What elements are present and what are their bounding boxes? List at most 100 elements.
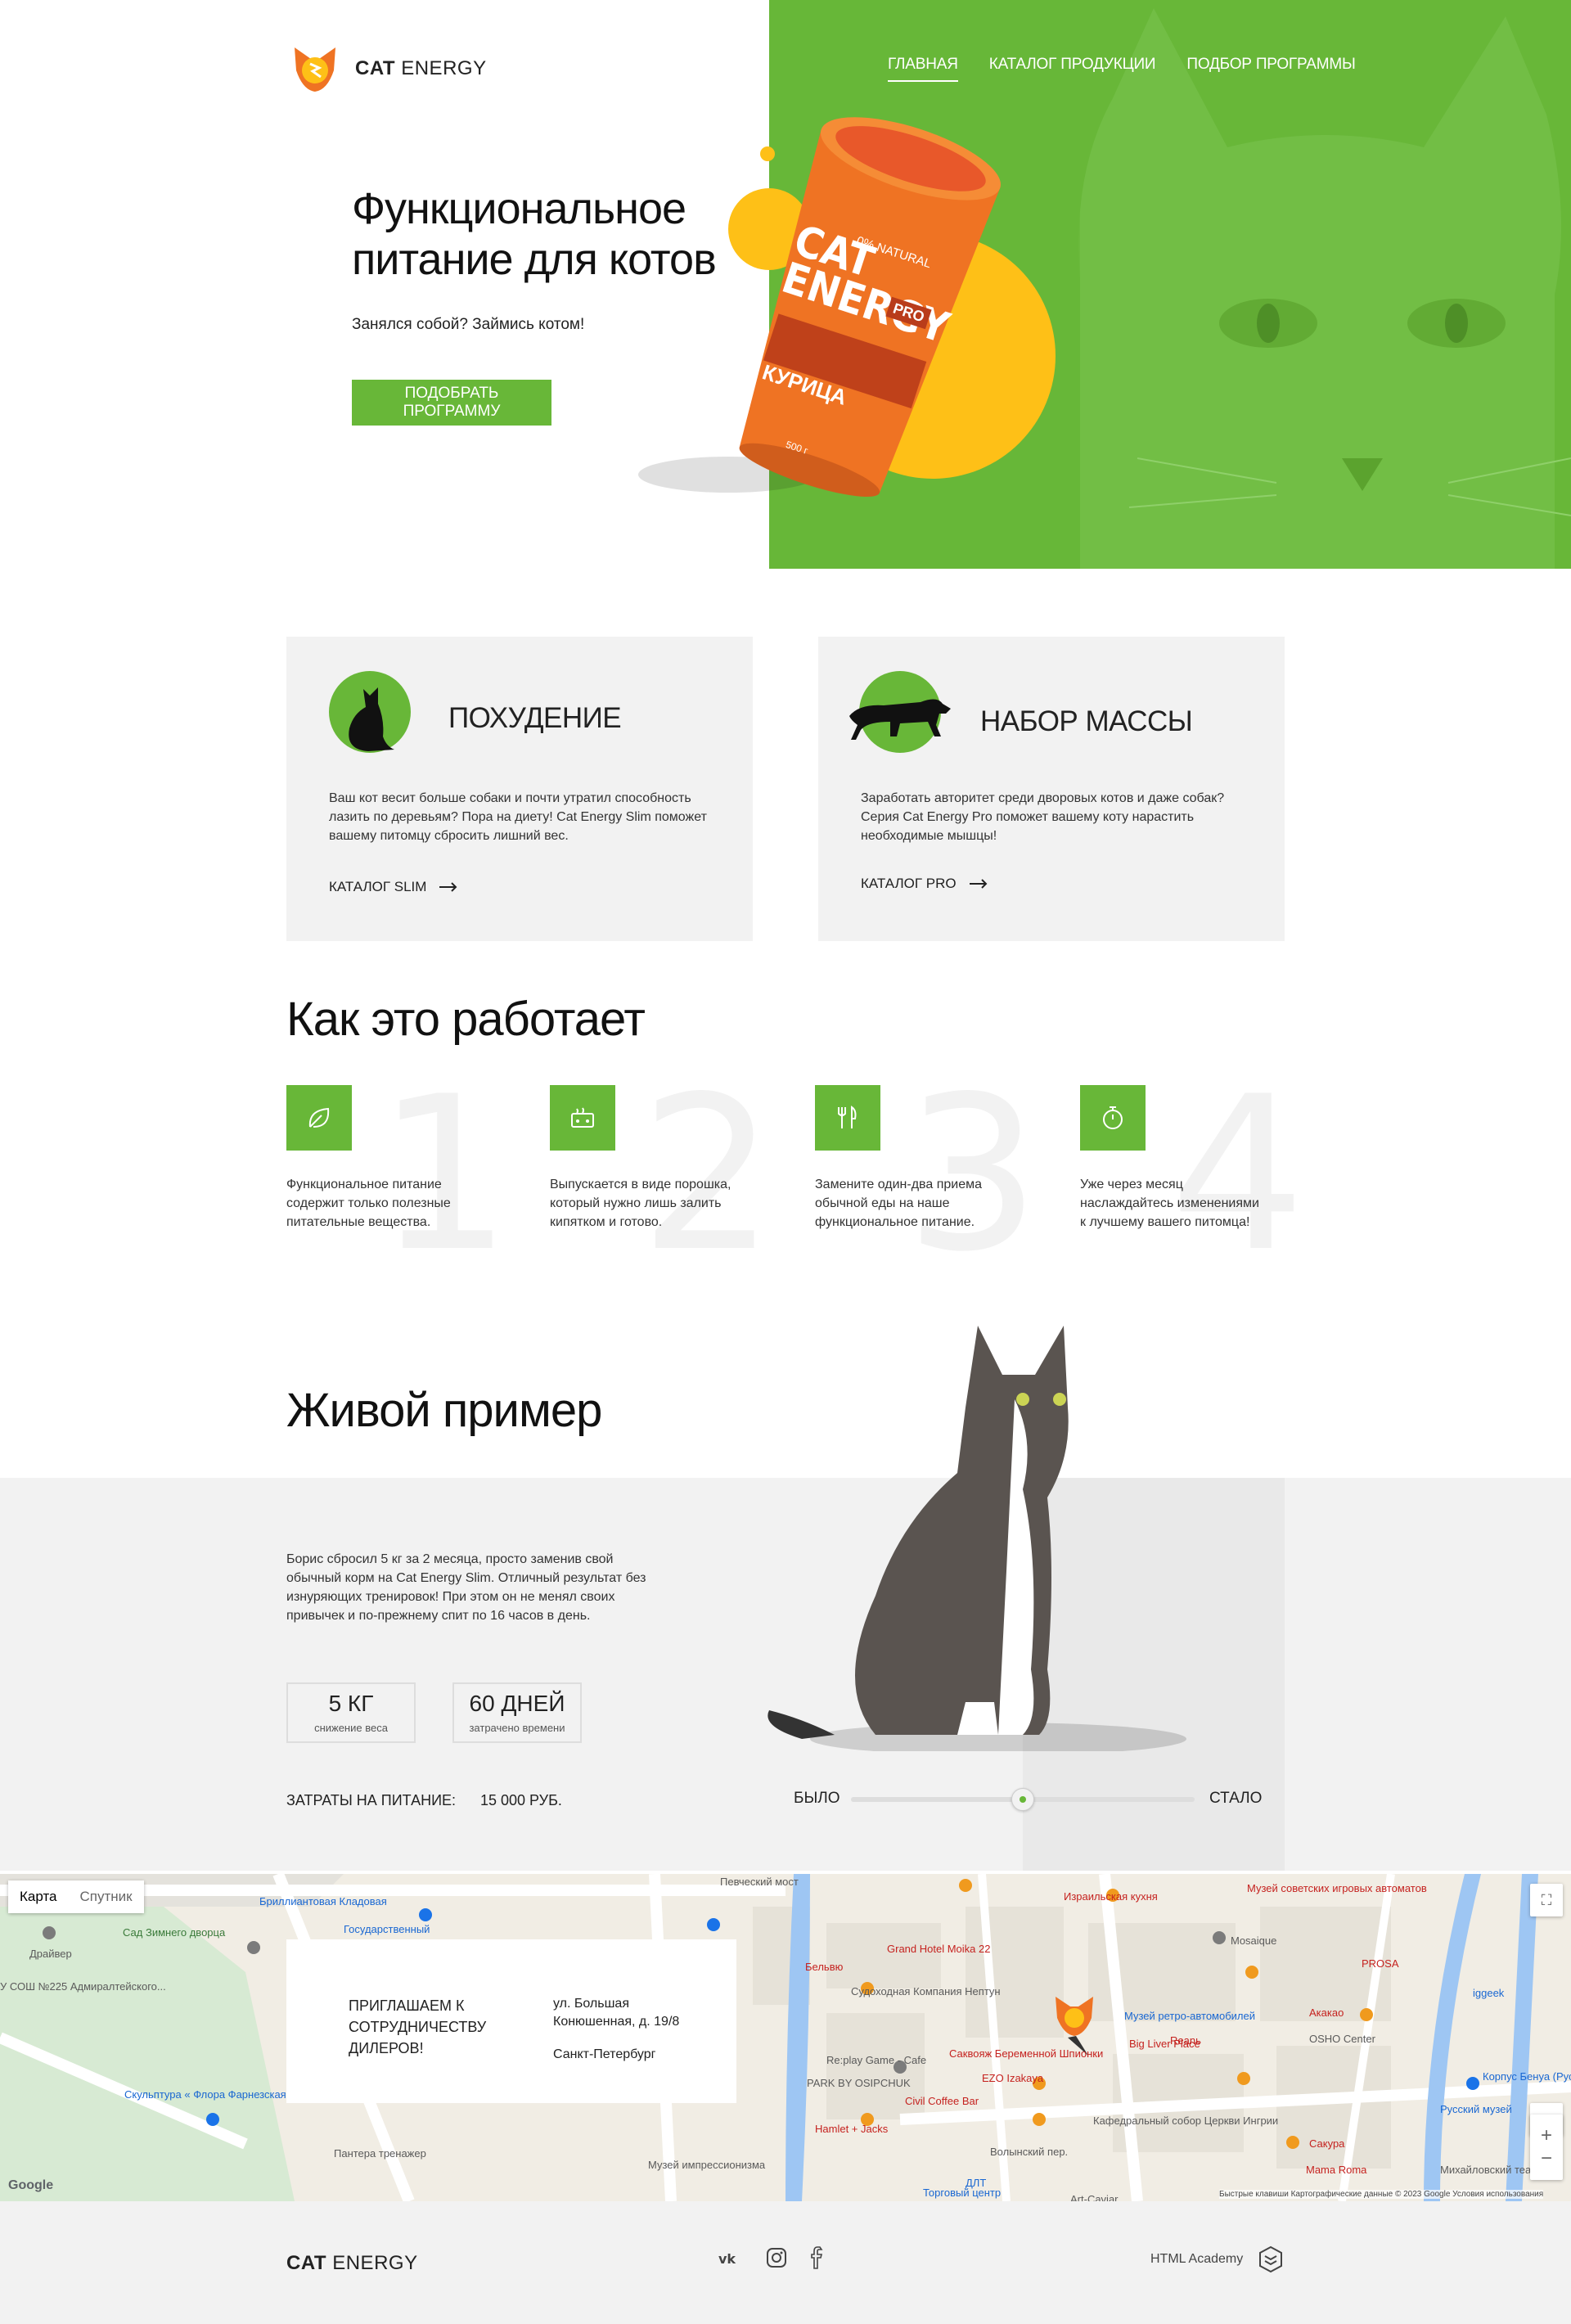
zoom-controls: + − (1530, 2115, 1563, 2180)
hero-subtitle: Занялся собой? Займись котом! (352, 316, 585, 333)
map-label: PARK BY OSIPCHUK (807, 2077, 911, 2089)
example-title: Живой пример (286, 1384, 602, 1437)
map-type-tabs: Карта Спутник (8, 1880, 144, 1913)
map-label: iggeek (1473, 1987, 1505, 1999)
fork-knife-icon (815, 1085, 880, 1151)
nav-item-program[interactable]: ПОДБОР ПРОГРАММЫ (1186, 56, 1355, 82)
dealer-card: ПРИГЛАШАЕМ К СОТРУДНИЧЕСТВУ ДИЛЕРОВ! ул.… (286, 1939, 736, 2103)
comparison-slider-thumb[interactable] (1011, 1788, 1034, 1811)
catalog-pro-link[interactable]: КАТАЛОГ PRO (861, 876, 988, 892)
before-toggle[interactable]: БЫЛО (794, 1790, 840, 1808)
map-label: Бриллиантовая Кладовая (259, 1895, 387, 1907)
map-label: Скульптура « Флора Фарнезская» (124, 2088, 292, 2101)
map-label: Кафедральный собор Церкви Ингрии (1093, 2115, 1279, 2127)
step-text: Выпускается в виде порошка, который нужн… (550, 1178, 731, 1229)
google-logo: Google (8, 2178, 54, 2192)
example-text: Борис сбросил 5 кг за 2 месяца, просто з… (286, 1552, 646, 1623)
stat-days: 60 ДНЕЙ затрачено времени (452, 1682, 582, 1743)
footer: CAT ENERGY vk HTML Academy (0, 2201, 1571, 2324)
map-label: Музей советских игровых автоматов (1247, 1882, 1427, 1894)
map-label: Mama Roma (1306, 2164, 1367, 2176)
card-slim-text: Ваш кот весит больше собаки и почти утра… (329, 791, 707, 843)
cat-before-after-image (767, 1326, 1186, 1751)
map-label: Пантера тренажер (334, 2147, 426, 2160)
select-program-button[interactable]: ПОДОБРАТЬ ПРОГРАММУ (352, 380, 551, 426)
catalog-slim-link[interactable]: КАТАЛОГ SLIM (329, 879, 457, 895)
map-tab-map[interactable]: Карта (8, 1880, 69, 1913)
card-pro-title: НАБОР МАССЫ (980, 705, 1193, 737)
card-slim: ПОХУДЕНИЕ Ваш кот весит больше собаки и … (286, 637, 753, 941)
map-label: PROSA (1362, 1957, 1399, 1970)
map-label: Бельвю (805, 1961, 844, 1973)
hero-title: Функциональное питание для котов (352, 184, 717, 284)
map-label: Акакао (1309, 2006, 1344, 2019)
arrow-right-icon (439, 882, 457, 892)
facebook-icon[interactable] (810, 2245, 825, 2270)
map-label: Русский музей (1440, 2103, 1512, 2115)
stat-value: 60 ДНЕЙ (469, 1691, 565, 1716)
stat-label: затрачено времени (469, 1722, 565, 1734)
stopwatch-icon (1080, 1085, 1146, 1151)
card-slim-title: ПОХУДЕНИЕ (448, 702, 622, 734)
vk-icon[interactable]: vk (717, 2249, 745, 2268)
leaf-icon (286, 1085, 352, 1151)
map-label: Певческий мост (720, 1876, 799, 1888)
pro-panther-icon (849, 671, 951, 753)
map-label: Hamlet + Jacks (815, 2123, 889, 2135)
arrow-right-icon (969, 879, 988, 889)
map-tab-satellite[interactable]: Спутник (68, 1880, 144, 1913)
step-4: 4 Уже через месяц наслаждайтесь изменени… (1080, 1069, 1305, 1281)
map-label: OSHO Center (1309, 2033, 1375, 2045)
stat-value: 5 КГ (328, 1691, 374, 1716)
instagram-icon[interactable] (766, 2247, 787, 2268)
cost-label: ЗАТРАТЫ НА ПИТАНИЕ: (286, 1792, 457, 1808)
cost-value: 15 000 РУБ. (480, 1792, 562, 1808)
map-label: Re:play Game - Cafe (826, 2054, 927, 2066)
html-academy-logo-icon[interactable] (1258, 2245, 1283, 2273)
card-pro: НАБОР МАССЫ Заработать авторитет среди д… (818, 637, 1285, 941)
map-label: Корпус Бенуа (Русский музей) (1483, 2070, 1571, 2083)
card-pro-text: Заработать авторитет среди дворовых кото… (861, 791, 1225, 843)
nav-item-home[interactable]: ГЛАВНАЯ (888, 56, 958, 82)
map-label: Сакура (1309, 2137, 1345, 2150)
svg-text:vk: vk (718, 2251, 736, 2267)
dealer-address: ул. Большая Конюшенная, д. 19/8 (553, 1997, 680, 2029)
map-label: Mosaique (1231, 1934, 1277, 1947)
zoom-out-icon[interactable]: − (1541, 2147, 1552, 2170)
step-text: Замените один-два приема обычной еды на … (815, 1178, 983, 1229)
main-nav: ГЛАВНАЯ КАТАЛОГ ПРОДУКЦИИ ПОДБОР ПРОГРАМ… (888, 56, 1356, 82)
fullscreen-icon[interactable]: ⛶ (1530, 1884, 1563, 1916)
footer-logo[interactable]: CAT ENERGY (286, 2252, 418, 2275)
step-text: Функциональное питание содержит только п… (286, 1178, 451, 1229)
map-label: Судоходная Компания Нептун (851, 1985, 1001, 1997)
logo[interactable]: CAT ENERGY (286, 43, 487, 95)
stat-weight: 5 КГ снижение веса (286, 1682, 416, 1743)
after-toggle[interactable]: СТАЛО (1209, 1790, 1262, 1808)
map-label: Саквояж Беременной Шпионки (949, 2047, 1104, 2060)
dealer-title: ПРИГЛАШАЕМ К СОТРУДНИЧЕСТВУ ДИЛЕРОВ! (349, 1997, 487, 2056)
map-label: Государственный (344, 1923, 430, 1935)
map-label: Сад Зимнего дворца (123, 1926, 226, 1939)
map-label: Музей ретро-автомобилей (1124, 2010, 1256, 2022)
nav-item-catalog[interactable]: КАТАЛОГ ПРОДУКЦИИ (989, 56, 1156, 82)
html-academy-link[interactable]: HTML Academy (1150, 2252, 1243, 2267)
map-label: Музей импрессионизма (648, 2159, 766, 2171)
how-title: Как это работает (286, 993, 646, 1046)
step-text: Уже через месяц наслаждайтесь изменениям… (1080, 1178, 1259, 1229)
logo-text: CAT ENERGY (355, 57, 487, 79)
slim-cat-icon (329, 671, 411, 753)
map-label: Михайловский театр (1440, 2164, 1542, 2176)
dealer-city: Санкт-Петербург (553, 2047, 656, 2061)
map-attribution[interactable]: Быстрые клавиши Картографические данные … (1219, 2190, 1544, 2199)
step-2: 2 Выпускается в виде порошка, который ну… (550, 1069, 775, 1281)
map-label: Драйвер (29, 1948, 72, 1960)
zoom-in-icon[interactable]: + (1541, 2124, 1552, 2147)
kettle-icon (550, 1085, 615, 1151)
map-label: EZO Izakaya (982, 2072, 1044, 2084)
map-label: Civil Coffee Bar (905, 2095, 979, 2107)
map-label: Reanь (1170, 2034, 1201, 2047)
step-3: 3 Замените один-два приема обычной еды н… (815, 1069, 1040, 1281)
logo-icon (295, 47, 335, 92)
map-label: Израильская кухня (1064, 1890, 1158, 1903)
map-label: Торговый центр (923, 2187, 1002, 2199)
